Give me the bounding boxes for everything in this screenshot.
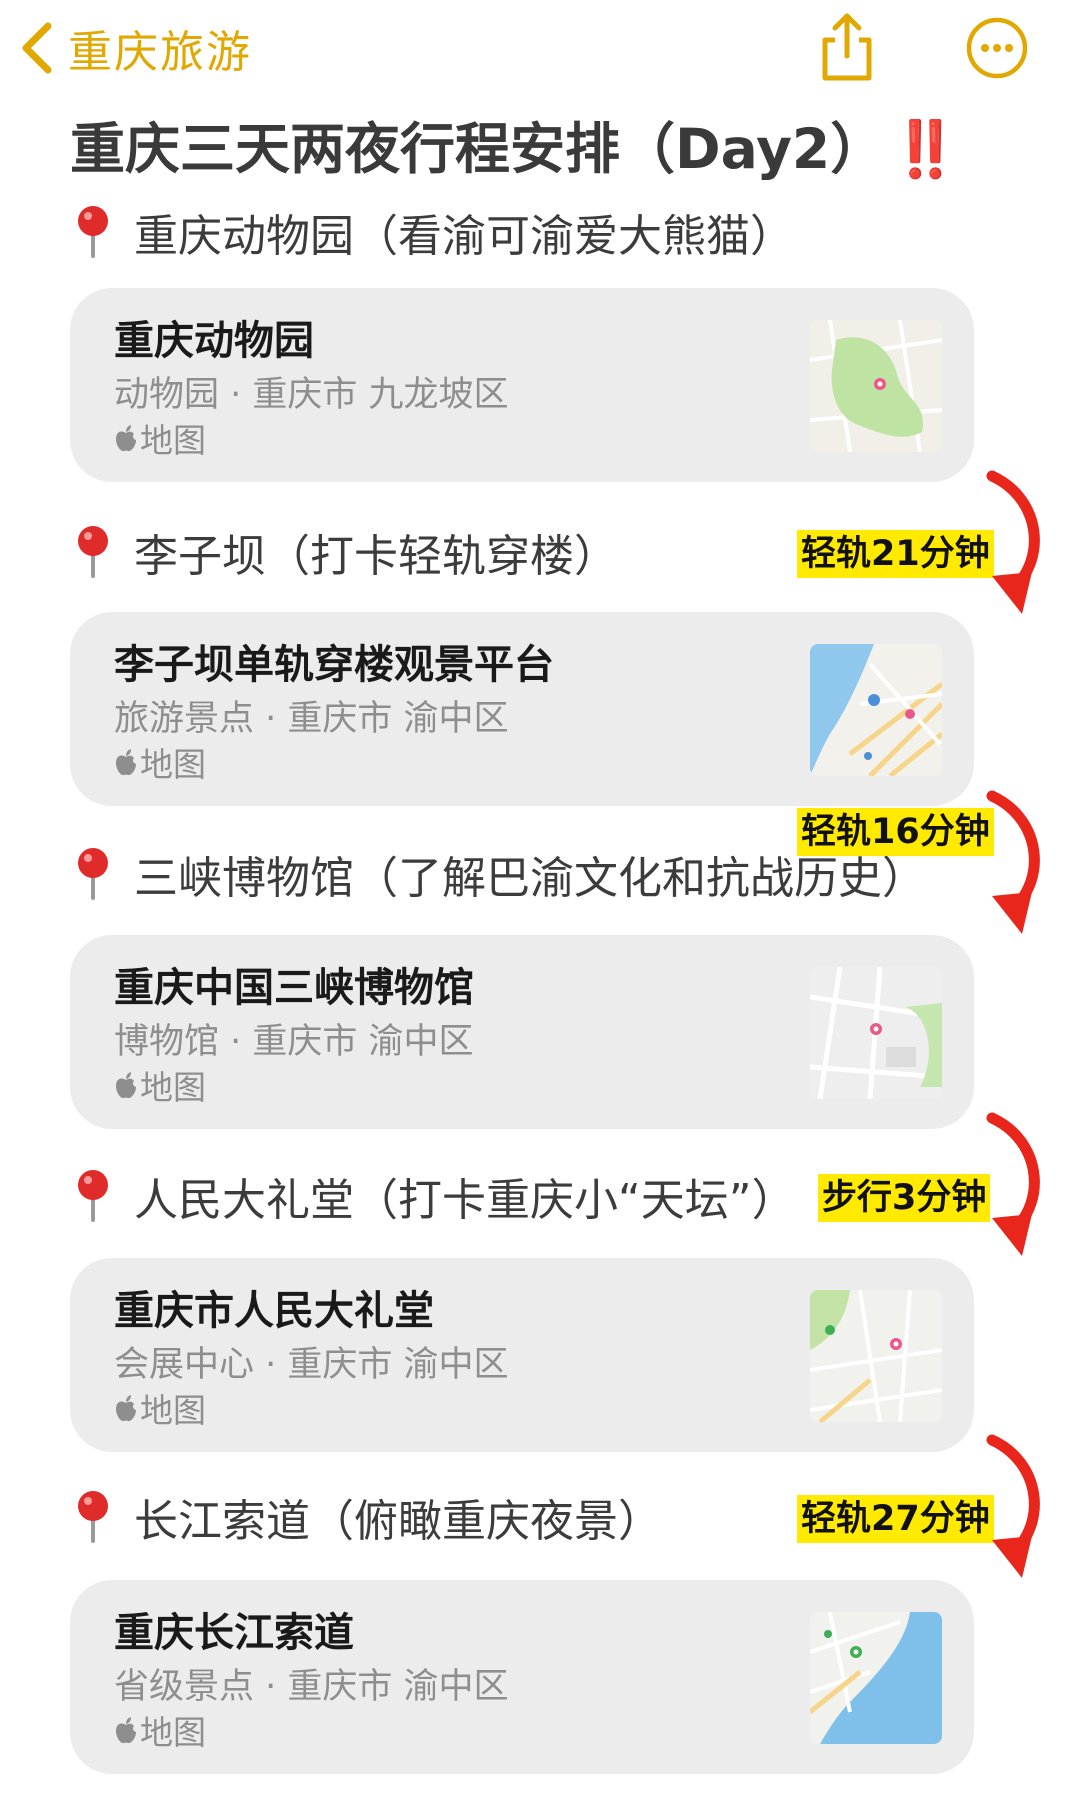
maps-label: 地图 xyxy=(140,1713,206,1752)
apple-logo-icon xyxy=(116,1072,136,1099)
curved-arrow-icon xyxy=(986,790,1040,934)
map-thumbnail xyxy=(810,967,942,1099)
place-category: 旅游景点 · 重庆市 渝中区 xyxy=(114,699,509,739)
pin-icon xyxy=(78,1491,108,1543)
map-card[interactable]: 重庆中国三峡博物馆 博物馆 · 重庆市 渝中区 地图 xyxy=(70,935,974,1129)
map-thumbnail xyxy=(810,1290,942,1422)
maps-source: 地图 xyxy=(114,1388,206,1430)
place-name: 重庆市人民大礼堂 xyxy=(114,1288,434,1334)
more-icon xyxy=(966,17,1028,79)
stop-heading-text: 李子坝（打卡轻轨穿楼） xyxy=(134,531,618,582)
maps-label: 地图 xyxy=(140,1391,206,1430)
apple-logo-icon xyxy=(116,1717,136,1744)
maps-label: 地图 xyxy=(140,421,206,460)
share-button[interactable] xyxy=(815,10,879,84)
map-card[interactable]: 李子坝单轨穿楼观景平台 旅游景点 · 重庆市 渝中区 地图 xyxy=(70,612,974,806)
stop-heading-text: 人民大礼堂（打卡重庆小“天坛”） xyxy=(134,1175,796,1226)
pin-icon xyxy=(78,206,108,258)
map-card[interactable]: 重庆长江索道 省级景点 · 重庆市 渝中区 地图 xyxy=(70,1580,974,1774)
place-category: 博物馆 · 重庆市 渝中区 xyxy=(114,1022,474,1062)
stop-heading-text: 重庆动物园（看渝可渝爱大熊猫） xyxy=(134,211,794,262)
double-exclamation-icon: ‼️ xyxy=(891,117,960,181)
place-name: 重庆中国三峡博物馆 xyxy=(114,965,474,1011)
maps-source: 地图 xyxy=(114,418,206,460)
maps-label: 地图 xyxy=(140,1068,206,1107)
more-button[interactable] xyxy=(965,16,1029,80)
maps-source: 地图 xyxy=(114,1065,206,1107)
map-thumbnail xyxy=(810,1612,942,1744)
stop-heading: 长江索道（俯瞰重庆夜景） xyxy=(74,1485,662,1549)
apple-logo-icon xyxy=(116,425,136,452)
map-card[interactable]: 重庆市人民大礼堂 会展中心 · 重庆市 渝中区 地图 xyxy=(70,1258,974,1452)
place-category: 动物园 · 重庆市 九龙坡区 xyxy=(114,375,509,415)
maps-label: 地图 xyxy=(140,745,206,784)
back-button[interactable]: 重庆旅游 xyxy=(18,14,252,82)
curved-arrow-icon xyxy=(986,1112,1040,1256)
place-name: 重庆长江索道 xyxy=(114,1610,354,1656)
chevron-left-icon xyxy=(22,22,52,74)
nav-bar: 重庆旅游 xyxy=(0,0,1080,96)
stop-heading: 李子坝（打卡轻轨穿楼） xyxy=(74,520,618,584)
pin-icon xyxy=(78,848,108,900)
place-category: 省级景点 · 重庆市 渝中区 xyxy=(114,1667,509,1707)
place-category: 会展中心 · 重庆市 渝中区 xyxy=(114,1345,509,1385)
place-name: 重庆动物园 xyxy=(114,318,314,364)
map-card[interactable]: 重庆动物园 动物园 · 重庆市 九龙坡区 地图 xyxy=(70,288,974,482)
curved-arrow-icon xyxy=(986,1434,1040,1578)
stop-heading: 人民大礼堂（打卡重庆小“天坛”） xyxy=(74,1164,796,1228)
page-title-text: 重庆三天两夜行程安排（Day2） xyxy=(70,117,886,181)
apple-logo-icon xyxy=(116,749,136,776)
maps-source: 地图 xyxy=(114,1710,206,1752)
back-label: 重庆旅游 xyxy=(68,27,252,78)
map-thumbnail xyxy=(810,320,942,452)
map-thumbnail xyxy=(810,644,942,776)
maps-source: 地图 xyxy=(114,742,206,784)
pin-icon xyxy=(78,526,108,578)
apple-logo-icon xyxy=(116,1395,136,1422)
place-name: 李子坝单轨穿楼观景平台 xyxy=(114,642,554,688)
curved-arrow-icon xyxy=(986,470,1040,614)
stop-heading: 重庆动物园（看渝可渝爱大熊猫） xyxy=(74,200,794,264)
stop-heading-text: 长江索道（俯瞰重庆夜景） xyxy=(134,1496,662,1547)
share-icon xyxy=(822,13,872,81)
page-title: 重庆三天两夜行程安排（Day2） ‼️ xyxy=(70,104,1060,184)
pin-icon xyxy=(78,1170,108,1222)
